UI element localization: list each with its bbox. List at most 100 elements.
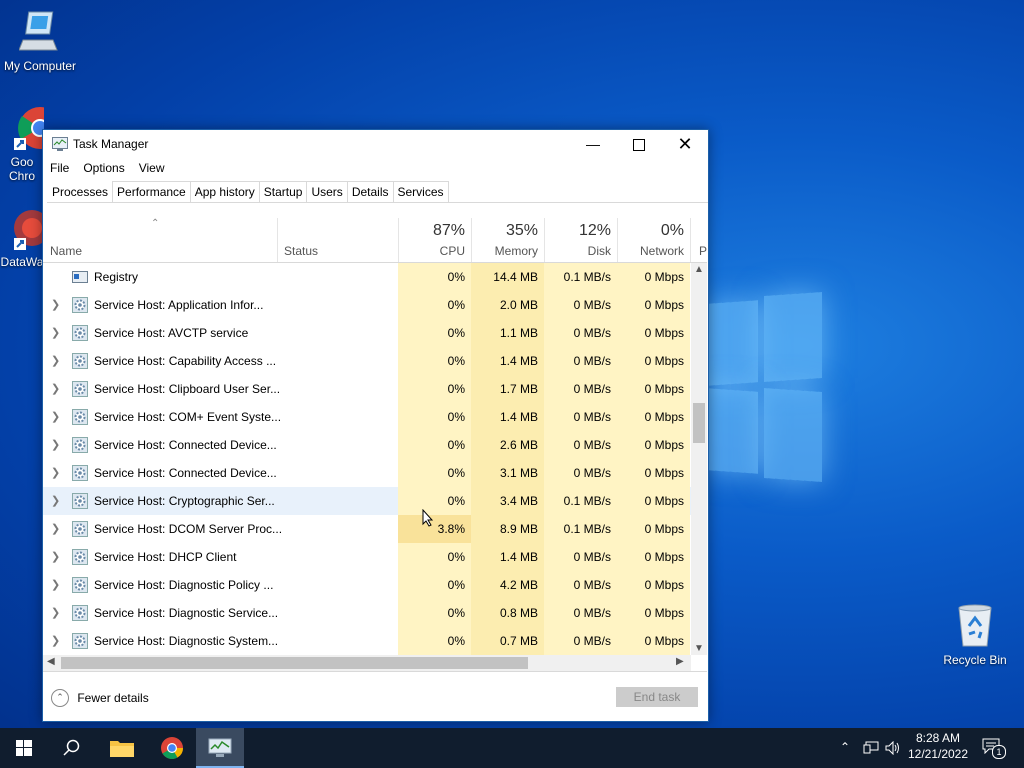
table-row[interactable]: ❯ Service Host: Diagnostic Policy ... 0% 4.… <box>43 571 707 599</box>
column-header-network[interactable]: 0% Network <box>617 218 691 262</box>
vertical-scrollbar[interactable]: ▲ ▼ <box>691 263 707 655</box>
disk-value: 0.1 MB/s <box>544 263 617 291</box>
desktop-icon-recycle-bin[interactable]: Recycle Bin <box>935 602 1015 667</box>
expand-chevron-icon[interactable]: ❯ <box>51 487 60 515</box>
expand-chevron-icon[interactable]: ❯ <box>51 319 60 347</box>
disk-value: 0.1 MB/s <box>544 487 617 515</box>
service-gear-icon <box>72 605 88 621</box>
column-header-status[interactable]: Status <box>277 218 399 262</box>
table-row[interactable]: ❯ Service Host: Application Infor... 0% 2.0… <box>43 291 707 319</box>
vertical-scroll-thumb[interactable] <box>693 403 705 443</box>
process-name: Service Host: Cryptographic Ser... <box>94 494 275 508</box>
table-row[interactable]: ❯ Service Host: Clipboard User Ser... 0% 1.… <box>43 375 707 403</box>
horizontal-scroll-thumb[interactable] <box>61 657 528 669</box>
column-header-memory[interactable]: 35% Memory <box>471 218 545 262</box>
expand-chevron-icon[interactable]: ❯ <box>51 347 60 375</box>
network-icon[interactable] <box>863 741 879 755</box>
expand-chevron-icon[interactable]: ❯ <box>51 291 60 319</box>
clock[interactable]: 8:28 AM 12/21/2022 <box>905 731 971 761</box>
scroll-right-icon[interactable]: ▶ <box>676 656 684 667</box>
memory-value: 3.1 MB <box>471 459 544 487</box>
service-gear-icon <box>72 493 88 509</box>
service-gear-icon <box>72 521 88 537</box>
expand-chevron-icon[interactable]: ❯ <box>51 375 60 403</box>
expand-chevron-icon[interactable]: ❯ <box>51 459 60 487</box>
table-row[interactable]: ❯ Service Host: AVCTP service 0% 1.1 MB 0 MB… <box>43 319 707 347</box>
memory-value: 2.0 MB <box>471 291 544 319</box>
desktop-icon-datawa[interactable]: DataWa <box>0 206 44 269</box>
close-button[interactable]: ✕ <box>662 130 708 158</box>
desktop-icon-label: Recycle Bin <box>943 653 1007 667</box>
datawarehouse-icon <box>14 210 44 250</box>
taskbar-task-manager[interactable] <box>196 728 244 768</box>
disk-value: 0 MB/s <box>544 347 617 375</box>
column-header-row: ⌃ Name Status 87% CPU 35% Memory 12% Dis… <box>43 218 707 263</box>
table-row[interactable]: ❯ Service Host: Diagnostic System... 0% 0.7… <box>43 627 707 655</box>
tab-processes[interactable]: Processes <box>47 181 114 202</box>
tab-users[interactable]: Users <box>306 181 348 202</box>
taskbar-chrome[interactable] <box>148 728 196 768</box>
table-row[interactable]: ❯ Service Host: COM+ Event Syste... 0% 1.4 … <box>43 403 707 431</box>
cpu-value: 0% <box>398 487 471 515</box>
tab-startup[interactable]: Startup <box>258 181 308 202</box>
cpu-value: 0% <box>398 291 471 319</box>
expand-chevron-icon[interactable]: ❯ <box>51 627 60 655</box>
table-row[interactable]: ❯ Service Host: DHCP Client 0% 1.4 MB 0 MB/s… <box>43 543 707 571</box>
clock-date: 12/21/2022 <box>907 747 969 761</box>
menu-view[interactable]: View <box>132 158 172 175</box>
taskbar-file-explorer[interactable] <box>98 728 146 768</box>
desktop-icon-google-chrome[interactable]: Goo Chro <box>0 106 44 183</box>
minimize-button[interactable]: — <box>570 130 616 158</box>
memory-value: 2.6 MB <box>471 431 544 459</box>
taskbar: ⌃ 8:28 AM 12/21/2022 1 <box>0 728 1024 768</box>
memory-value: 1.7 MB <box>471 375 544 403</box>
expand-chevron-icon[interactable]: ❯ <box>51 599 60 627</box>
column-header-cpu[interactable]: 87% CPU <box>398 218 472 262</box>
table-row[interactable]: ❯ Service Host: Connected Device... 0% 2.6 … <box>43 431 707 459</box>
maximize-button[interactable] <box>616 130 662 158</box>
expand-chevron-icon[interactable]: ❯ <box>51 515 60 543</box>
title-bar[interactable]: Task Manager — ✕ <box>43 130 708 158</box>
fewer-details-button[interactable]: ⌃ Fewer details <box>51 687 149 707</box>
cpu-total-percent: 87% <box>432 222 465 239</box>
desktop-icon-my-computer[interactable]: My Computer <box>0 10 80 73</box>
horizontal-scrollbar[interactable]: ◀ ▶ <box>43 655 691 671</box>
table-row[interactable]: ❯ Service Host: Diagnostic Service... 0% 0.… <box>43 599 707 627</box>
tab-details[interactable]: Details <box>346 181 394 202</box>
expand-chevron-icon[interactable]: ❯ <box>51 431 60 459</box>
column-header-name[interactable]: ⌃ Name <box>43 218 278 262</box>
tab-performance[interactable]: Performance <box>112 181 191 202</box>
show-hidden-icons-button[interactable]: ⌃ <box>840 740 850 754</box>
start-button[interactable] <box>0 728 48 768</box>
tab-services[interactable]: Services <box>392 181 449 202</box>
table-row[interactable]: ❯ Service Host: Connected Device... 0% 3.1 … <box>43 459 707 487</box>
cpu-value: 0% <box>398 319 471 347</box>
volume-icon[interactable] <box>885 741 901 755</box>
disk-total-percent: 12% <box>578 222 611 239</box>
menu-file[interactable]: File <box>43 158 76 175</box>
column-header-disk[interactable]: 12% Disk <box>544 218 618 262</box>
disk-value: 0 MB/s <box>544 431 617 459</box>
expand-chevron-icon[interactable]: ❯ <box>51 543 60 571</box>
action-center-button[interactable]: 1 <box>982 738 1006 759</box>
table-row[interactable]: ❯ Service Host: Cryptographic Ser... 0% 3.4… <box>43 487 707 515</box>
chevron-up-circle-icon: ⌃ <box>51 688 69 707</box>
table-row[interactable]: Registry 0% 14.4 MB 0.1 MB/s 0 Mbps <box>43 263 707 291</box>
end-task-button[interactable]: End task <box>616 687 698 707</box>
network-value: 0 Mbps <box>617 263 690 291</box>
table-row[interactable]: ❯ Service Host: Capability Access ... 0% 1.… <box>43 347 707 375</box>
scroll-left-icon[interactable]: ◀ <box>47 656 55 667</box>
scroll-down-icon[interactable]: ▼ <box>694 643 704 654</box>
desktop-icon-label: My Computer <box>3 59 77 73</box>
process-name: Service Host: Application Infor... <box>94 298 264 312</box>
minimize-icon: — <box>586 136 600 152</box>
table-row[interactable]: ❯ Service Host: DCOM Server Proc... 3.8% 8.… <box>43 515 707 543</box>
search-button[interactable] <box>48 728 96 768</box>
column-header-power[interactable]: P <box>690 218 707 262</box>
scroll-up-icon[interactable]: ▲ <box>694 264 704 275</box>
network-value: 0 Mbps <box>617 347 690 375</box>
expand-chevron-icon[interactable]: ❯ <box>51 571 60 599</box>
menu-options[interactable]: Options <box>76 158 131 175</box>
tab-app-history[interactable]: App history <box>189 181 260 202</box>
expand-chevron-icon[interactable]: ❯ <box>51 403 60 431</box>
